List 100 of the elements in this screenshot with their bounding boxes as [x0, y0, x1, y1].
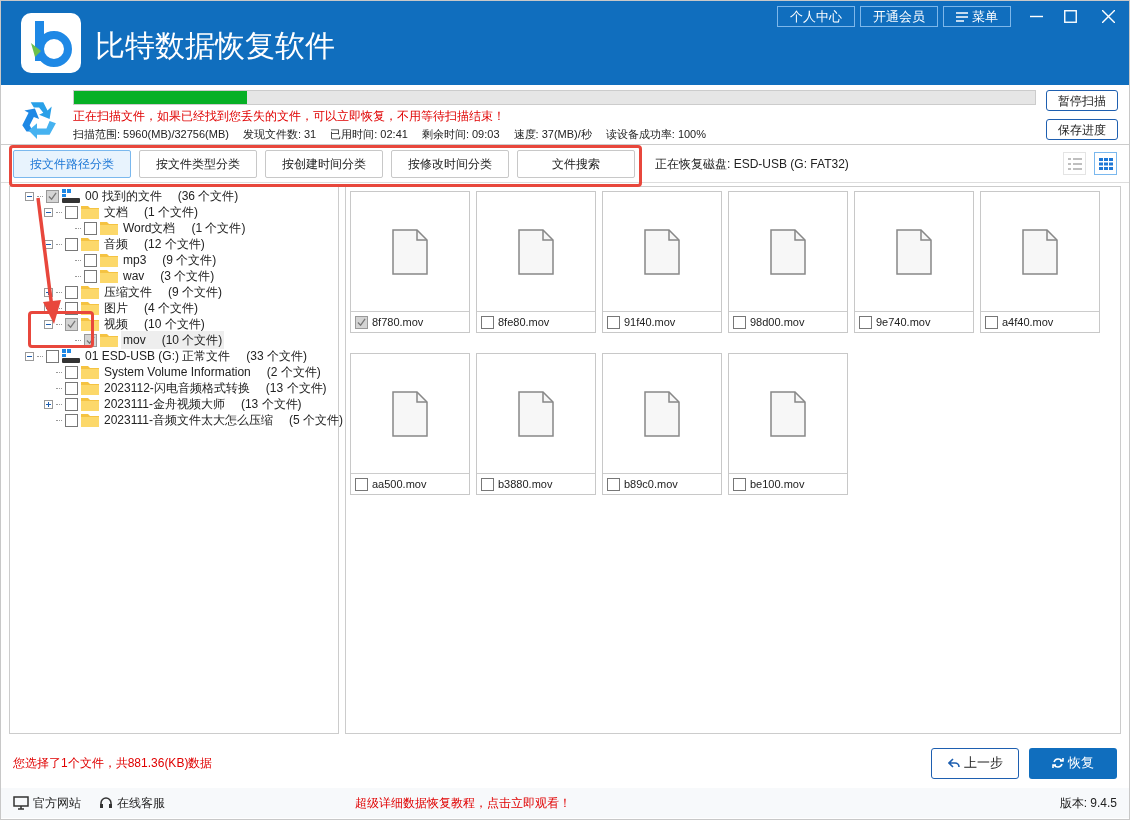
- back-button[interactable]: 上一步: [931, 747, 1019, 779]
- file-card[interactable]: 8f780.mov: [350, 191, 470, 333]
- checkbox[interactable]: [985, 315, 998, 329]
- expand-toggle[interactable]: [44, 287, 53, 297]
- file-icon: [392, 228, 428, 275]
- file-name: a4f40.mov: [1002, 314, 1054, 330]
- checkbox[interactable]: [65, 317, 78, 331]
- collapse-toggle[interactable]: [25, 351, 34, 361]
- checkbox[interactable]: [65, 413, 78, 427]
- file-card[interactable]: a4f40.mov: [980, 191, 1100, 333]
- collapse-toggle[interactable]: [44, 239, 53, 249]
- tree-item[interactable]: wav (3 个文件): [121, 267, 217, 285]
- checkbox[interactable]: [65, 397, 78, 411]
- header-button[interactable]: 个人中心: [777, 6, 855, 27]
- checkbox[interactable]: [733, 477, 746, 491]
- scan-button[interactable]: 暂停扫描: [1046, 90, 1118, 111]
- folder-icon: [100, 269, 118, 283]
- list-icon: [1067, 157, 1082, 170]
- checkbox[interactable]: [65, 237, 78, 251]
- checkbox[interactable]: [84, 253, 97, 267]
- scan-button[interactable]: 保存进度: [1046, 119, 1118, 140]
- tree-item[interactable]: 00 找到的文件 (36 个文件): [83, 187, 241, 205]
- tab[interactable]: 按文件类型分类: [139, 149, 257, 178]
- app-logo: [21, 13, 81, 73]
- checkbox[interactable]: [481, 477, 494, 491]
- folder-icon: [81, 413, 99, 427]
- file-card[interactable]: 8fe80.mov: [476, 191, 596, 333]
- tab[interactable]: 按文件路径分类: [13, 149, 131, 178]
- disk-label: 正在恢复磁盘: ESD-USB (G: FAT32): [655, 155, 849, 173]
- tree-item[interactable]: 2023111-音频文件太大怎么压缩 (5 个文件): [102, 411, 345, 429]
- website-link[interactable]: 官方网站: [13, 794, 81, 812]
- close-icon[interactable]: [1102, 10, 1115, 23]
- folder-icon: [100, 221, 118, 235]
- tab[interactable]: 按修改时间分类: [391, 149, 509, 178]
- checkbox[interactable]: [65, 381, 78, 395]
- monitor-icon: [13, 796, 29, 810]
- tree-item[interactable]: 2023112-闪电音频格式转换 (13 个文件): [102, 379, 329, 397]
- checkbox[interactable]: [65, 285, 78, 299]
- checkbox[interactable]: [46, 349, 59, 363]
- checkbox[interactable]: [607, 315, 620, 329]
- folder-icon: [100, 253, 118, 267]
- file-icon: [518, 228, 554, 275]
- checkbox[interactable]: [84, 221, 97, 235]
- checkbox[interactable]: [65, 365, 78, 379]
- tree-item[interactable]: 图片 (4 个文件): [102, 299, 200, 317]
- undo-icon: [947, 757, 960, 769]
- checkbox[interactable]: [65, 205, 78, 219]
- file-card[interactable]: 91f40.mov: [602, 191, 722, 333]
- file-card[interactable]: b89c0.mov: [602, 353, 722, 495]
- checkbox[interactable]: [355, 315, 368, 329]
- checkbox[interactable]: [859, 315, 872, 329]
- refresh-icon: [1052, 757, 1064, 769]
- tree-item[interactable]: 视频 (10 个文件): [102, 315, 207, 333]
- recover-button[interactable]: 恢复: [1029, 747, 1117, 779]
- support-link[interactable]: 在线客服: [99, 794, 165, 812]
- tree-item[interactable]: mp3 (9 个文件): [121, 251, 219, 269]
- scan-stat: 已用时间: 02:41: [330, 127, 408, 142]
- tree-item[interactable]: 2023111-金舟视频大师 (13 个文件): [102, 395, 304, 413]
- drive-icon: [62, 189, 80, 203]
- checkbox[interactable]: [607, 477, 620, 491]
- file-card[interactable]: be100.mov: [728, 353, 848, 495]
- selection-summary: 您选择了1个文件，共881.36(KB)数据: [13, 755, 213, 772]
- checkbox[interactable]: [733, 315, 746, 329]
- file-icon: [518, 390, 554, 437]
- file-card[interactable]: aa500.mov: [350, 353, 470, 495]
- checkbox[interactable]: [84, 269, 97, 283]
- tutorial-link[interactable]: 超级详细数据恢复教程，点击立即观看！: [355, 794, 571, 812]
- file-name: be100.mov: [750, 476, 805, 492]
- folder-icon: [100, 333, 118, 347]
- tab[interactable]: 文件搜索: [517, 149, 635, 178]
- file-name: b3880.mov: [498, 476, 553, 492]
- menu-button[interactable]: 菜单: [943, 6, 1011, 27]
- folder-icon: [81, 381, 99, 395]
- collapse-toggle[interactable]: [44, 207, 53, 217]
- file-name: 98d00.mov: [750, 314, 805, 330]
- checkbox[interactable]: [46, 189, 59, 203]
- grid-view-button[interactable]: [1094, 152, 1117, 175]
- file-icon: [1022, 228, 1058, 275]
- collapse-toggle[interactable]: [44, 319, 53, 329]
- checkbox[interactable]: [355, 477, 368, 491]
- tree-item[interactable]: 01 ESD-USB (G:) 正常文件 (33 个文件): [83, 347, 310, 365]
- scan-stat: 扫描范围: 5960(MB)/32756(MB): [73, 127, 229, 142]
- tree-item[interactable]: mov (10 个文件): [121, 331, 225, 349]
- tree-item[interactable]: 文档 (1 个文件): [102, 203, 200, 221]
- folder-icon: [81, 397, 99, 411]
- window-title: 比特数据恢复软件: [95, 28, 335, 64]
- tree-item[interactable]: 音频 (12 个文件): [102, 235, 207, 253]
- file-card[interactable]: b3880.mov: [476, 353, 596, 495]
- file-card[interactable]: 9e740.mov: [854, 191, 974, 333]
- tab[interactable]: 按创建时间分类: [265, 149, 383, 178]
- headset-icon: [99, 796, 113, 810]
- collapse-toggle[interactable]: [25, 191, 34, 201]
- expand-toggle[interactable]: [44, 399, 53, 409]
- header-button[interactable]: 开通会员: [860, 6, 938, 27]
- maximize-icon[interactable]: [1064, 10, 1077, 23]
- file-card[interactable]: 98d00.mov: [728, 191, 848, 333]
- tree-item[interactable]: 压缩文件 (9 个文件): [102, 283, 224, 301]
- tree-item[interactable]: Word文档 (1 个文件): [121, 219, 248, 237]
- checkbox[interactable]: [481, 315, 494, 329]
- tree-item[interactable]: System Volume Information (2 个文件): [102, 363, 323, 381]
